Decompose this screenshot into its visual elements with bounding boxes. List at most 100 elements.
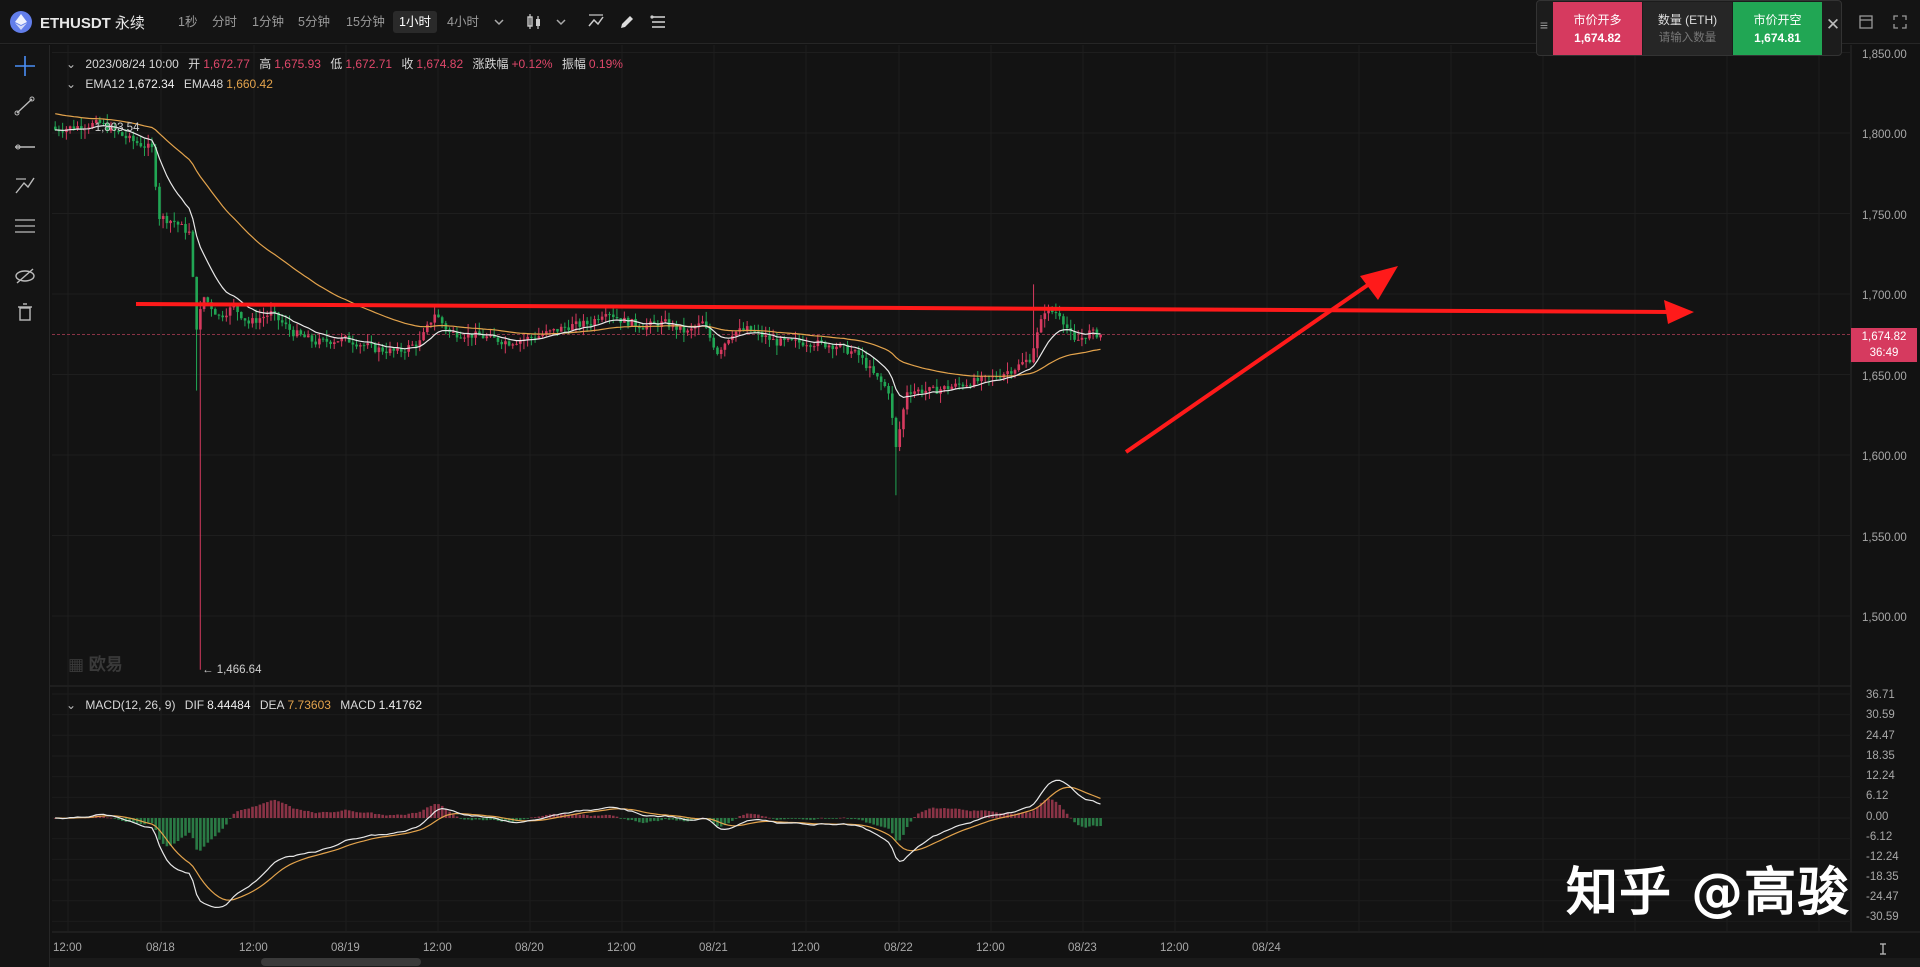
candle-body bbox=[392, 348, 396, 351]
tf-4h[interactable]: 4小时 bbox=[441, 11, 485, 33]
chevron-down-icon[interactable] bbox=[489, 12, 509, 32]
candle-body bbox=[593, 319, 596, 326]
candle-body bbox=[887, 386, 890, 394]
macd-hist-bar bbox=[771, 818, 775, 819]
dea-value: 7.73603 bbox=[287, 698, 331, 712]
candle-type-icon[interactable] bbox=[524, 12, 544, 32]
settings-list-icon[interactable] bbox=[648, 12, 668, 32]
macd-hist-bar bbox=[820, 817, 823, 819]
macd-hist-bar bbox=[1032, 810, 1035, 818]
market-long-button[interactable]: 市价开多 1,674.82 bbox=[1553, 2, 1642, 55]
candle-body bbox=[902, 409, 905, 430]
candle-body bbox=[786, 338, 790, 340]
drag-handle-icon[interactable]: ≡ bbox=[1537, 17, 1551, 41]
measure-icon[interactable] bbox=[12, 213, 38, 239]
macd-hist-bar bbox=[734, 818, 738, 819]
candle-body bbox=[950, 386, 954, 390]
macd-axis-label: 18.35 bbox=[1866, 750, 1895, 762]
symbol-selector[interactable]: ETHUSDT 永续 bbox=[10, 10, 145, 34]
macd-hist-bar bbox=[1054, 801, 1058, 818]
quantity-input[interactable]: 数量 (ETH) 请输入数量 bbox=[1643, 2, 1732, 55]
last-price-tag: 1,674.82 36:49 bbox=[1851, 328, 1917, 362]
candle-body bbox=[835, 346, 838, 350]
candle-body bbox=[1043, 313, 1047, 320]
candle-body bbox=[303, 334, 306, 338]
indicator-icon[interactable] bbox=[586, 12, 606, 32]
macd-hist-bar bbox=[385, 815, 388, 818]
crosshair-icon[interactable] bbox=[12, 53, 38, 79]
time-axis-label: 12:00 bbox=[239, 942, 268, 954]
chart-canvas[interactable] bbox=[0, 0, 1920, 967]
macd-hist-bar bbox=[946, 808, 950, 818]
time-scrollbar[interactable] bbox=[261, 958, 421, 966]
candle-body bbox=[891, 393, 894, 418]
cursor-icon[interactable] bbox=[1876, 942, 1890, 956]
horizontal-line-icon[interactable] bbox=[12, 133, 38, 159]
macd-hist-bar bbox=[600, 815, 604, 818]
macd-hist-bar bbox=[225, 818, 228, 825]
candle-body bbox=[247, 320, 251, 324]
candle-body bbox=[1024, 359, 1028, 363]
candle-body bbox=[920, 389, 924, 394]
dea-label: DEA bbox=[259, 698, 285, 712]
macd-hist-bar bbox=[887, 818, 890, 829]
dif-label: DIF bbox=[184, 698, 205, 712]
candle-body bbox=[883, 381, 887, 387]
candle-body bbox=[288, 324, 291, 330]
macd-hist-bar bbox=[143, 818, 146, 825]
candle-body bbox=[426, 324, 429, 333]
window-icon[interactable] bbox=[1856, 12, 1876, 32]
macd-hist-bar bbox=[463, 818, 466, 820]
trendline-icon[interactable] bbox=[12, 93, 38, 119]
macd-hist-bar bbox=[790, 818, 794, 819]
candle-body bbox=[299, 330, 303, 335]
exchange-watermark-text: 欧易 bbox=[88, 655, 123, 674]
candle-body bbox=[753, 331, 756, 333]
macd-hist-bar bbox=[645, 818, 649, 823]
high-marker-value: 1,803.54 bbox=[94, 122, 140, 134]
macd-hist-bar bbox=[745, 813, 749, 818]
candle-body bbox=[135, 141, 139, 144]
macd-axis-label: -18.35 bbox=[1866, 871, 1899, 883]
macd-hist-bar bbox=[585, 815, 589, 818]
tf-1m[interactable]: 1分钟 bbox=[246, 11, 290, 33]
dif-value: 8.44484 bbox=[207, 698, 251, 712]
pencil-icon[interactable] bbox=[617, 12, 637, 32]
time-axis-label: 08/22 bbox=[884, 942, 913, 954]
macd-hist-bar bbox=[284, 804, 288, 818]
candle-body bbox=[701, 321, 704, 324]
macd-hist-bar bbox=[604, 814, 608, 818]
macd-hist-bar bbox=[232, 813, 236, 818]
macd-hist-bar bbox=[377, 814, 381, 818]
drawing-toolbar bbox=[0, 45, 50, 967]
low-marker-value: 1,466.64 bbox=[216, 664, 262, 676]
macd-hist-bar bbox=[336, 811, 340, 818]
macd-hist-bar bbox=[883, 818, 887, 828]
candle-body bbox=[1077, 339, 1080, 341]
candle-body bbox=[552, 328, 556, 331]
candle-body bbox=[1084, 337, 1088, 339]
tf-5m[interactable]: 5分钟 bbox=[292, 11, 336, 33]
candle-body bbox=[850, 351, 853, 354]
tf-1h[interactable]: 1小时 bbox=[393, 11, 437, 33]
chevron-down-icon[interactable] bbox=[551, 12, 571, 32]
price-pane bbox=[52, 45, 1851, 686]
eye-hide-icon[interactable] bbox=[12, 263, 38, 289]
candle-countdown: 36:49 bbox=[1869, 347, 1899, 359]
tf-timeshare[interactable]: 分时 bbox=[206, 11, 243, 33]
zhihu-watermark: 知乎 @高骏 bbox=[1566, 863, 1851, 923]
macd-hist-bar bbox=[325, 811, 329, 818]
market-short-button[interactable]: 市价开空 1,674.81 bbox=[1733, 2, 1822, 55]
candle-body bbox=[1054, 312, 1058, 314]
tf-1s[interactable]: 1秒 bbox=[172, 11, 203, 33]
fib-icon[interactable] bbox=[12, 173, 38, 199]
tf-15m[interactable]: 15分钟 bbox=[340, 11, 391, 33]
close-icon[interactable]: ✕ bbox=[1825, 15, 1841, 39]
macd-hist-bar bbox=[816, 818, 820, 819]
macd-hist-bar bbox=[459, 818, 463, 819]
candle-body bbox=[876, 373, 879, 377]
fullscreen-icon[interactable] bbox=[1890, 12, 1910, 32]
open-value: 1,672.77 bbox=[203, 57, 250, 71]
candle-body bbox=[794, 339, 797, 341]
trash-icon[interactable] bbox=[12, 299, 38, 325]
